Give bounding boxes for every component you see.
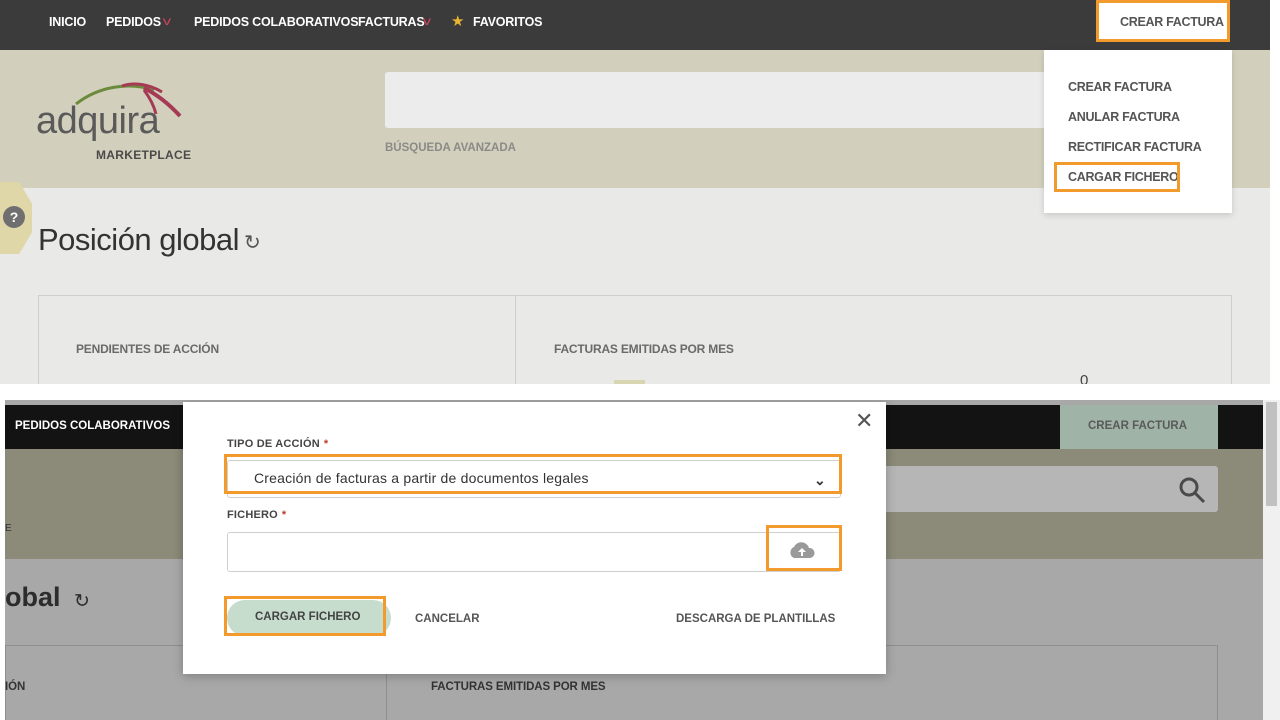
highlight-box — [1096, 0, 1230, 42]
crear-factura-label: CREAR FACTURA — [1088, 420, 1188, 432]
crear-factura-button[interactable]: CREAR FACTURA — [1060, 405, 1218, 449]
search-input[interactable] — [385, 72, 1075, 128]
page-title: Posición global — [38, 222, 240, 257]
nav-pedidos-colaborativos[interactable]: PEDIDOS COLABORATIVOS — [15, 420, 170, 432]
top-screenshot-panel: INICIO PEDIDOS v PEDIDOS COLABORATIVOS F… — [0, 0, 1280, 384]
help-icon[interactable]: ? — [3, 206, 25, 228]
search-input[interactable] — [880, 466, 1218, 512]
right-margin — [1270, 0, 1280, 384]
nav-pedidos[interactable]: PEDIDOS — [106, 15, 161, 29]
download-templates-link[interactable]: DESCARGA DE PLANTILLAS — [676, 613, 835, 625]
card-pending-title: PENDIENTES DE ACCIÓN — [76, 342, 219, 356]
menu-item-crear-factura[interactable]: CREAR FACTURA — [1068, 80, 1172, 94]
cancel-button[interactable]: CANCELAR — [415, 613, 480, 625]
fichero-label: FICHERO * — [227, 509, 287, 521]
card-pending-title: IÓN — [5, 681, 26, 693]
nav-facturas[interactable]: FACTURAS — [358, 15, 425, 29]
refresh-icon[interactable]: ↻ — [74, 590, 90, 613]
logo-brand: adquira — [36, 100, 160, 142]
menu-item-rectificar-factura[interactable]: RECTIFICAR FACTURA — [1068, 140, 1202, 154]
highlight-box — [766, 525, 842, 571]
nav-inicio[interactable]: INICIO — [49, 15, 86, 29]
search-icon[interactable] — [1178, 476, 1206, 504]
close-icon[interactable]: ✕ — [855, 408, 873, 434]
star-icon[interactable]: ★ — [451, 12, 464, 30]
card-invoices-title: FACTURAS EMITIDAS POR MES — [431, 681, 606, 693]
chevron-down-icon[interactable]: v — [163, 14, 171, 28]
edge-text: E — [5, 523, 12, 534]
nav-favoritos[interactable]: FAVORITOS — [473, 15, 542, 29]
required-mark: * — [323, 438, 329, 450]
top-navbar — [0, 0, 1270, 50]
card-invoices-title: FACTURAS EMITIDAS POR MES — [554, 342, 734, 356]
chart-bar — [614, 380, 645, 384]
card-pending — [38, 295, 516, 384]
refresh-icon[interactable]: ↻ — [244, 230, 261, 255]
required-mark: * — [281, 509, 287, 521]
highlight-box — [224, 596, 386, 636]
bottom-screenshot-panel: PEDIDOS COLABORATIVOS CREAR FACTURA E ob… — [0, 400, 1280, 720]
scrollbar-thumb[interactable] — [1266, 402, 1277, 506]
chart-value: 0 — [1080, 372, 1089, 384]
logo-subtitle: MARKETPLACE — [96, 148, 192, 162]
advanced-search-link[interactable]: BÚSQUEDA AVANZADA — [385, 142, 516, 154]
nav-pedidos-colaborativos[interactable]: PEDIDOS COLABORATIVOS — [194, 15, 359, 29]
chevron-down-icon[interactable]: v — [423, 14, 431, 28]
tipo-accion-label: TIPO DE ACCIÓN * — [227, 438, 329, 450]
highlight-box — [1054, 162, 1180, 192]
menu-item-anular-factura[interactable]: ANULAR FACTURA — [1068, 110, 1180, 124]
highlight-box — [224, 454, 842, 494]
page-title: obal — [5, 582, 61, 612]
card-invoices — [515, 295, 1232, 384]
fichero-input[interactable] — [227, 532, 841, 572]
